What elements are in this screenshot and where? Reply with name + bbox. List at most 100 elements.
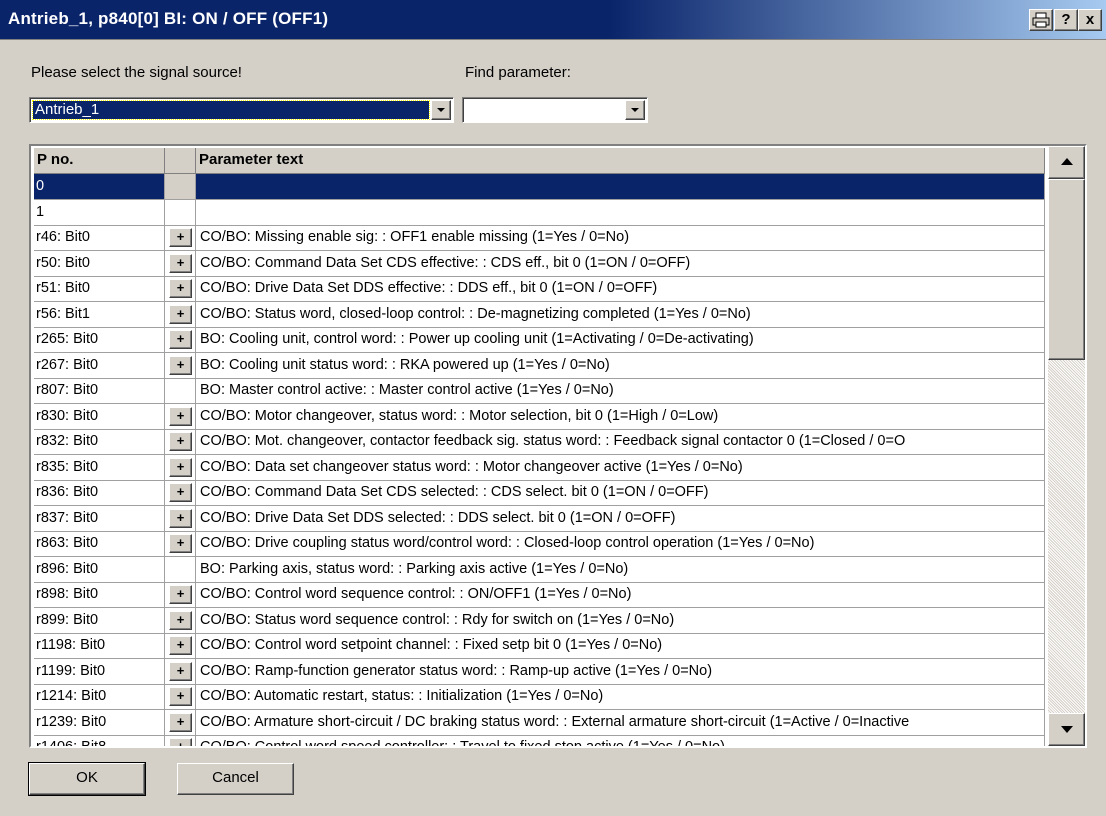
table-row[interactable]: r896: Bit0 BO: Parking axis, status word:… — [34, 557, 1045, 583]
expand-plus-button[interactable]: + — [169, 611, 192, 630]
expand-plus-button[interactable]: + — [169, 662, 192, 681]
table-row[interactable]: r51: Bit0 + CO/BO: Drive Data Set DDS effe… — [34, 276, 1045, 302]
table-row[interactable]: r1406: Bit8 + CO/BO: Control word speed co… — [34, 735, 1045, 746]
expand-plus-button[interactable]: + — [169, 636, 192, 655]
parameter-text[interactable]: BO: Master control active: : Master cont… — [196, 378, 1045, 404]
expand-plus-button[interactable]: + — [169, 534, 192, 553]
table-row[interactable]: 1 — [34, 200, 1045, 226]
parameter-number[interactable]: r1199: Bit0 — [34, 659, 165, 685]
expand-plus-button[interactable]: + — [169, 738, 192, 746]
parameter-number[interactable]: r898: Bit0 — [34, 582, 165, 608]
table-row[interactable]: r837: Bit0 + CO/BO: Drive Data Set DDS sel… — [34, 506, 1045, 532]
parameter-text[interactable]: CO/BO: Drive Data Set DDS effective: : D… — [196, 276, 1045, 302]
parameter-number[interactable]: r1198: Bit0 — [34, 633, 165, 659]
column-header-expand[interactable] — [165, 148, 196, 174]
parameter-text[interactable]: BO: Parking axis, status word: : Parking… — [196, 557, 1045, 583]
table-row[interactable]: r832: Bit0 + CO/BO: Mot. changeover, conta… — [34, 429, 1045, 455]
table-row[interactable]: r1198: Bit0 + CO/BO: Control word setpoint… — [34, 633, 1045, 659]
parameter-text[interactable]: CO/BO: Automatic restart, status: : Init… — [196, 684, 1045, 710]
table-row[interactable]: r899: Bit0 + CO/BO: Status word sequence c… — [34, 608, 1045, 634]
table-row[interactable]: r1199: Bit0 + CO/BO: Ramp-function generat… — [34, 659, 1045, 685]
expand-plus-button[interactable]: + — [169, 305, 192, 324]
table-row[interactable]: r836: Bit0 + CO/BO: Command Data Set CDS s… — [34, 480, 1045, 506]
parameter-text[interactable]: CO/BO: Data set changeover status word: … — [196, 455, 1045, 481]
expand-plus-button[interactable]: + — [169, 407, 192, 426]
parameter-number[interactable]: r830: Bit0 — [34, 404, 165, 430]
parameter-text[interactable]: CO/BO: Mot. changeover, contactor feedba… — [196, 429, 1045, 455]
parameter-text[interactable]: CO/BO: Drive coupling status word/contro… — [196, 531, 1045, 557]
expand-plus-button[interactable]: + — [169, 228, 192, 247]
parameter-text[interactable]: CO/BO: Drive Data Set DDS selected: : DD… — [196, 506, 1045, 532]
ok-button[interactable]: OK — [28, 762, 146, 796]
expand-plus-button[interactable]: + — [169, 687, 192, 706]
parameter-number[interactable]: r896: Bit0 — [34, 557, 165, 583]
vertical-scrollbar[interactable] — [1048, 146, 1085, 746]
table-row[interactable]: r863: Bit0 + CO/BO: Drive coupling status … — [34, 531, 1045, 557]
parameter-number[interactable]: r267: Bit0 — [34, 353, 165, 379]
parameter-number[interactable]: r836: Bit0 — [34, 480, 165, 506]
parameter-number[interactable]: r46: Bit0 — [34, 225, 165, 251]
column-header-parameter-text[interactable]: Parameter text — [196, 148, 1045, 174]
expand-plus-button[interactable]: + — [169, 356, 192, 375]
table-row[interactable]: r1239: Bit0 + CO/BO: Armature short-circui… — [34, 710, 1045, 736]
expand-plus-button[interactable]: + — [169, 585, 192, 604]
parameter-table[interactable]: P no. Parameter text 0 1 r46: Bit0 + CO/BO: … — [29, 144, 1087, 748]
scroll-down-arrow-icon[interactable] — [1048, 713, 1085, 746]
expand-plus-button[interactable]: + — [169, 330, 192, 349]
table-row[interactable]: r807: Bit0 BO: Master control active: : M… — [34, 378, 1045, 404]
parameter-text[interactable]: CO/BO: Motor changeover, status word: : … — [196, 404, 1045, 430]
parameter-number[interactable]: r50: Bit0 — [34, 251, 165, 277]
table-row[interactable]: r835: Bit0 + CO/BO: Data set changeover st… — [34, 455, 1045, 481]
table-row[interactable]: r50: Bit0 + CO/BO: Command Data Set CDS ef… — [34, 251, 1045, 277]
parameter-text[interactable]: BO: Cooling unit, control word: : Power … — [196, 327, 1045, 353]
parameter-text[interactable] — [196, 200, 1045, 226]
parameter-text[interactable]: CO/BO: Control word sequence control: : … — [196, 582, 1045, 608]
scroll-up-arrow-icon[interactable] — [1048, 146, 1085, 179]
table-row[interactable]: r265: Bit0 + BO: Cooling unit, control wor… — [34, 327, 1045, 353]
expand-plus-button[interactable]: + — [169, 483, 192, 502]
parameter-number[interactable]: r835: Bit0 — [34, 455, 165, 481]
parameter-number[interactable]: r899: Bit0 — [34, 608, 165, 634]
printer-icon[interactable] — [1029, 9, 1053, 31]
parameter-number[interactable]: r807: Bit0 — [34, 378, 165, 404]
parameter-number[interactable]: r1214: Bit0 — [34, 684, 165, 710]
signal-source-combo[interactable]: Antrieb_1 — [29, 97, 454, 123]
help-button[interactable]: ? — [1054, 9, 1078, 31]
table-row[interactable]: 0 — [34, 174, 1045, 200]
parameter-number[interactable]: r832: Bit0 — [34, 429, 165, 455]
parameter-number[interactable]: r1239: Bit0 — [34, 710, 165, 736]
expand-plus-button[interactable]: + — [169, 458, 192, 477]
parameter-number[interactable]: 1 — [34, 200, 165, 226]
parameter-text[interactable]: CO/BO: Command Data Set CDS selected: : … — [196, 480, 1045, 506]
table-row[interactable]: r46: Bit0 + CO/BO: Missing enable sig: : O… — [34, 225, 1045, 251]
parameter-number[interactable]: r1406: Bit8 — [34, 735, 165, 746]
parameter-number[interactable]: r837: Bit0 — [34, 506, 165, 532]
chevron-down-icon[interactable] — [431, 100, 451, 120]
table-row[interactable]: r1214: Bit0 + CO/BO: Automatic restart, st… — [34, 684, 1045, 710]
table-row[interactable]: r830: Bit0 + CO/BO: Motor changeover, stat… — [34, 404, 1045, 430]
table-row[interactable]: r267: Bit0 + BO: Cooling unit status word:… — [34, 353, 1045, 379]
parameter-text[interactable] — [196, 174, 1045, 200]
parameter-text[interactable]: CO/BO: Control word speed controller: : … — [196, 735, 1045, 746]
table-row[interactable]: r56: Bit1 + CO/BO: Status word, closed-loo… — [34, 302, 1045, 328]
expand-plus-button[interactable]: + — [169, 432, 192, 451]
table-row[interactable]: r898: Bit0 + CO/BO: Control word sequence … — [34, 582, 1045, 608]
parameter-text[interactable]: CO/BO: Command Data Set CDS effective: :… — [196, 251, 1045, 277]
parameter-number[interactable]: r56: Bit1 — [34, 302, 165, 328]
parameter-number[interactable]: r265: Bit0 — [34, 327, 165, 353]
parameter-text[interactable]: CO/BO: Status word, closed-loop control:… — [196, 302, 1045, 328]
expand-plus-button[interactable]: + — [169, 509, 192, 528]
parameter-text[interactable]: CO/BO: Control word setpoint channel: : … — [196, 633, 1045, 659]
expand-plus-button[interactable]: + — [169, 713, 192, 732]
parameter-number[interactable]: r863: Bit0 — [34, 531, 165, 557]
parameter-text[interactable]: CO/BO: Status word sequence control: : R… — [196, 608, 1045, 634]
chevron-down-icon[interactable] — [625, 100, 645, 120]
parameter-text[interactable]: BO: Cooling unit status word: : RKA powe… — [196, 353, 1045, 379]
close-button[interactable]: x — [1078, 9, 1102, 31]
expand-plus-button[interactable]: + — [169, 254, 192, 273]
find-parameter-combo[interactable] — [462, 97, 648, 123]
parameter-number[interactable]: r51: Bit0 — [34, 276, 165, 302]
parameter-number[interactable]: 0 — [34, 174, 165, 200]
cancel-button[interactable]: Cancel — [177, 763, 294, 795]
expand-plus-button[interactable]: + — [169, 279, 192, 298]
